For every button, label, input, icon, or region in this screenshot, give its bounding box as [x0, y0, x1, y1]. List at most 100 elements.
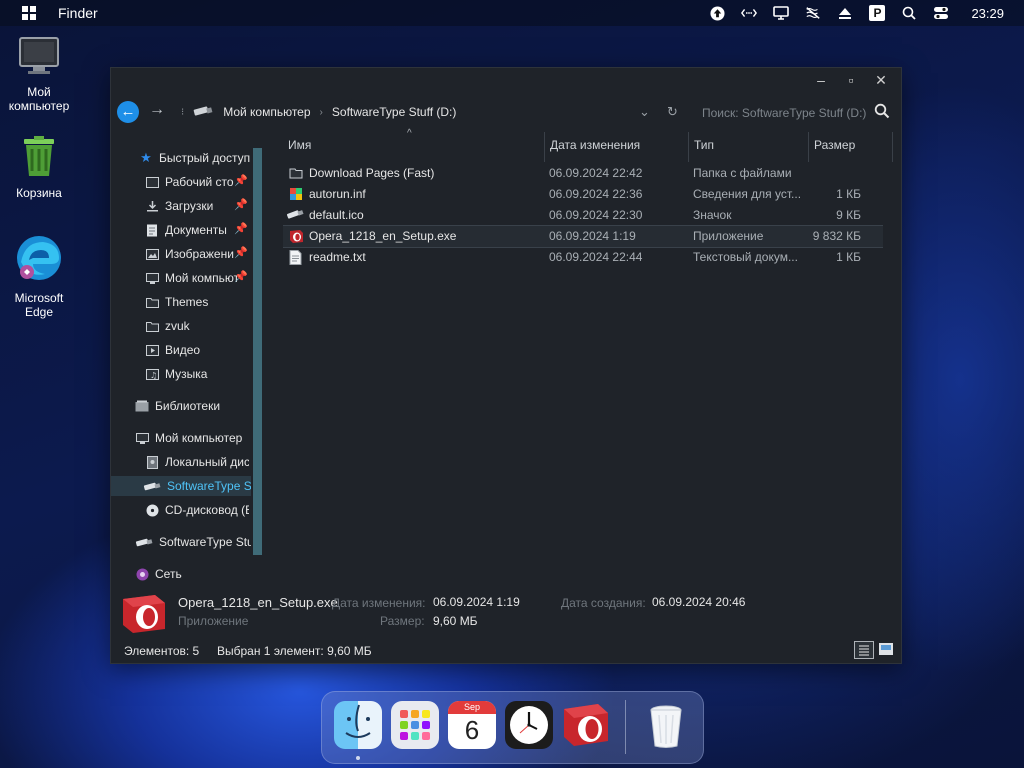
calendar-day: 6: [464, 715, 480, 745]
sidebar-item-libraries[interactable]: Библиотеки: [135, 396, 251, 416]
active-app-name[interactable]: Finder: [58, 5, 98, 21]
minimize-button[interactable]: –: [811, 70, 831, 90]
details-size-label: Размер:: [380, 614, 425, 628]
sidebar-scrollbar[interactable]: [253, 148, 262, 555]
details-created-label: Дата создания:: [561, 596, 646, 610]
sidebar-item-desktop[interactable]: Рабочий сто: [145, 172, 237, 192]
monitor-icon[interactable]: [773, 5, 790, 21]
sidebar-item-network[interactable]: Сеть: [135, 564, 251, 584]
launchpad-icon[interactable]: [391, 701, 439, 749]
file-row[interactable]: readme.txt 06.09.2024 22:44 Текстовый до…: [283, 247, 883, 268]
breadcrumb-my-computer[interactable]: Мой компьютер: [223, 105, 310, 119]
column-header-name[interactable]: Имя: [288, 132, 538, 162]
large-icons-view-button[interactable]: [878, 642, 894, 659]
system-tray: P 23:29: [701, 0, 1024, 26]
clock-icon[interactable]: [505, 701, 553, 749]
desktop-icon-recycle-bin[interactable]: Корзина: [0, 135, 79, 200]
file-type: Текстовый докум...: [693, 250, 798, 264]
sidebar-item-downloads[interactable]: Загрузки: [145, 196, 237, 216]
file-type: Приложение: [693, 229, 764, 243]
calendar-icon[interactable]: Sep 6: [448, 701, 496, 749]
file-size: 1 КБ: [836, 250, 861, 264]
sidebar-item-local-disk[interactable]: Локальный дис: [145, 452, 249, 472]
recycle-bin-icon: [0, 135, 79, 180]
file-type: Значок: [693, 208, 732, 222]
computer-icon: [135, 432, 149, 445]
drive-icon: [193, 105, 213, 119]
documents-icon: [145, 224, 159, 237]
computer-icon: [145, 272, 159, 285]
sidebar-item-themes[interactable]: Themes: [145, 292, 249, 312]
file-date: 06.09.2024 22:42: [549, 166, 643, 180]
forward-button[interactable]: →: [149, 101, 165, 119]
chevron-down-icon[interactable]: ⌄: [639, 104, 650, 120]
network-icon[interactable]: [741, 5, 758, 21]
folder-icon: [289, 166, 303, 180]
usb-drive-icon: [286, 208, 304, 222]
libraries-icon: [135, 400, 149, 413]
file-name: autorun.inf: [309, 187, 366, 201]
pin-icon: 📌: [234, 223, 248, 235]
toggle-icon[interactable]: [933, 5, 949, 21]
sidebar-item-videos[interactable]: Видео: [145, 340, 249, 360]
details-view-button[interactable]: [854, 641, 874, 659]
file-row[interactable]: autorun.inf 06.09.2024 22:36 Сведения дл…: [283, 184, 883, 205]
opera-icon: [121, 593, 167, 638]
column-header-date[interactable]: Дата изменения: [544, 132, 690, 162]
refresh-icon[interactable]: ↻: [667, 104, 678, 120]
search-input[interactable]: Поиск: SoftwareType Stuff (D:): [691, 102, 896, 124]
file-name: Download Pages (Fast): [309, 166, 435, 180]
sidebar-item-music[interactable]: ♫ Музыка: [145, 364, 249, 384]
eject-icon[interactable]: [837, 5, 853, 21]
edge-icon: [0, 234, 79, 285]
file-name: default.ico: [309, 208, 364, 222]
finder-icon[interactable]: [334, 701, 382, 749]
column-header-size[interactable]: Размер: [808, 132, 893, 162]
back-button[interactable]: ←: [117, 101, 139, 123]
file-row[interactable]: Download Pages (Fast) 06.09.2024 22:42 П…: [283, 163, 883, 184]
file-date: 06.09.2024 22:36: [549, 187, 643, 201]
parking-icon[interactable]: P: [869, 5, 886, 21]
pin-icon: 📌: [234, 271, 248, 283]
video-icon: [145, 344, 159, 357]
details-modified-value: 06.09.2024 1:19: [433, 595, 520, 609]
breadcrumb-drive[interactable]: SoftwareType Stuff (D:): [332, 105, 457, 119]
search-icon[interactable]: [874, 103, 890, 122]
desktop-icon-my-computer[interactable]: Мой компьютер: [0, 36, 79, 113]
sidebar-item-drive-shortcut[interactable]: SoftwareType Stuf: [135, 532, 251, 552]
file-name: Opera_1218_en_Setup.exe: [309, 229, 457, 243]
desktop-icon-edge[interactable]: Microsoft Edge: [0, 234, 79, 319]
sidebar-item-softwaretype-drive[interactable]: SoftwareType Stuf: [111, 476, 251, 496]
details-created-value: 06.09.2024 20:46: [652, 595, 746, 609]
sidebar-item-computer[interactable]: Мой компьютер: [135, 428, 251, 448]
file-row-selected[interactable]: Opera_1218_en_Setup.exe 06.09.2024 1:19 …: [283, 225, 883, 248]
sidebar-item-my-computer-quick[interactable]: Мой компьют: [145, 268, 237, 288]
usb-drive-icon: [135, 536, 153, 549]
file-type: Папка с файлами: [693, 166, 792, 180]
no-sound-icon[interactable]: [805, 5, 821, 21]
dock: Sep 6: [321, 691, 704, 764]
opera-icon[interactable]: [562, 701, 610, 749]
search-icon[interactable]: [901, 5, 917, 21]
maximize-button[interactable]: ▫: [841, 70, 861, 90]
desktop-icon-label: Корзина: [16, 186, 62, 200]
sidebar-item-zvuk[interactable]: zvuk: [145, 316, 249, 336]
trash-icon[interactable]: [642, 701, 690, 749]
status-bar: Элементов: 5 Выбран 1 элемент: 9,60 МБ: [111, 639, 901, 663]
sidebar-item-cd-drive[interactable]: CD-дисковод (E: [145, 500, 249, 520]
network-icon: [135, 568, 149, 581]
file-row[interactable]: default.ico 06.09.2024 22:30 Значок 9 КБ: [283, 205, 883, 226]
clock[interactable]: 23:29: [971, 6, 1004, 21]
upload-icon[interactable]: [709, 5, 725, 21]
close-button[interactable]: ✕: [871, 70, 891, 90]
breadcrumb[interactable]: ⁝ Мой компьютер › SoftwareType Stuff (D:…: [181, 105, 456, 119]
sidebar-item-quick-access[interactable]: ★ Быстрый доступ: [139, 148, 251, 168]
windows-logo-icon[interactable]: [22, 6, 36, 20]
sidebar-item-pictures[interactable]: Изображени: [145, 244, 237, 264]
column-header-type[interactable]: Тип: [688, 132, 804, 162]
setup-info-icon: [289, 187, 303, 201]
sidebar-item-documents[interactable]: Документы: [145, 220, 237, 240]
desktop-folder-icon: [145, 176, 159, 189]
window-titlebar[interactable]: – ▫ ✕: [111, 68, 901, 92]
pictures-icon: [145, 248, 159, 261]
